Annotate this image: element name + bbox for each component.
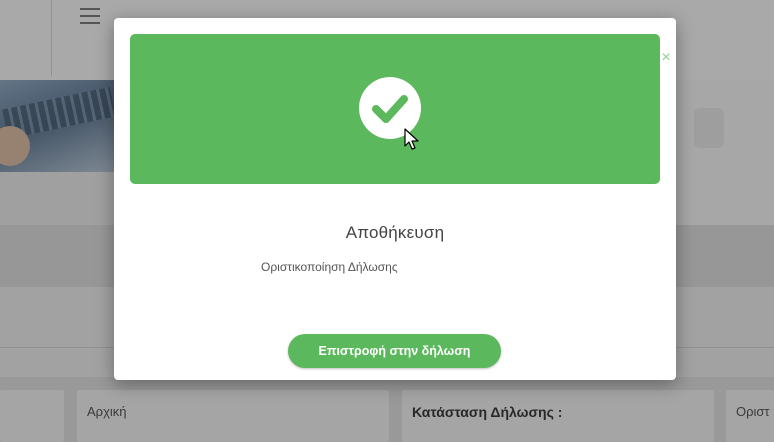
- close-icon[interactable]: ×: [658, 50, 674, 66]
- success-modal: × Αποθήκευση Οριστικοποίηση Δήλωσης Επισ…: [114, 18, 676, 380]
- modal-subtitle: Οριστικοποίηση Δήλωσης: [261, 260, 398, 274]
- success-banner: ×: [130, 34, 671, 184]
- mouse-cursor-icon: [404, 128, 419, 150]
- modal-title: Αποθήκευση: [345, 223, 445, 242]
- return-to-declaration-button[interactable]: Επιστροφή στην δήλωση: [288, 334, 501, 368]
